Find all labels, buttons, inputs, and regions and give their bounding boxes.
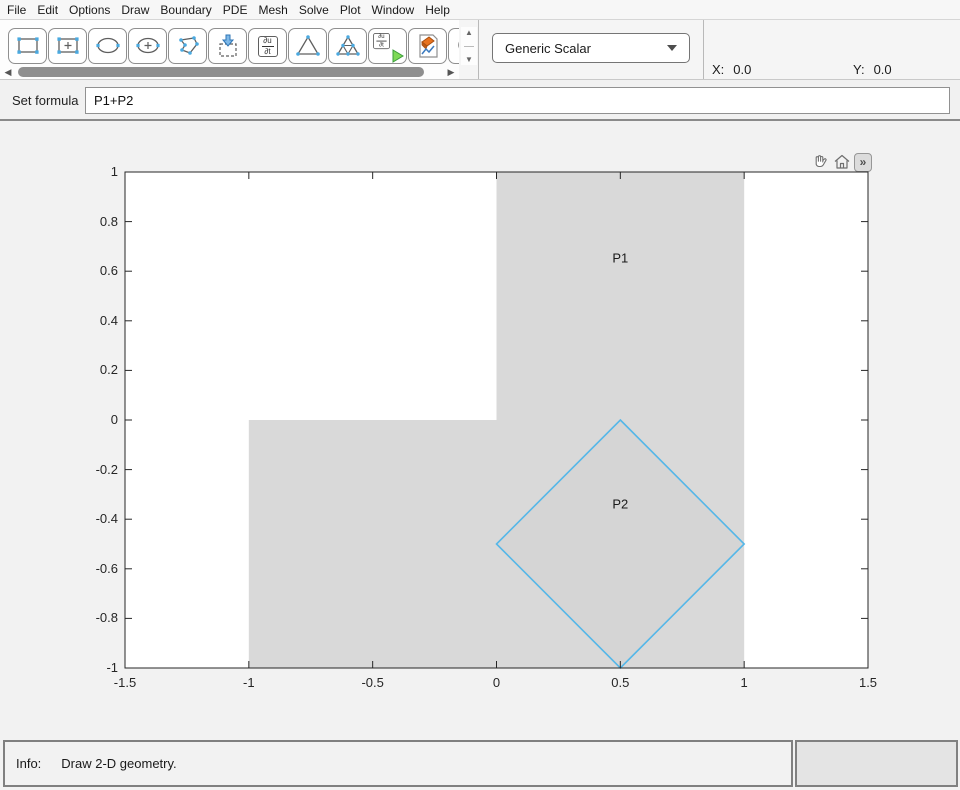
info-message: Draw 2-D geometry.: [61, 756, 176, 771]
toolbar: ∂u∂t ∂u∂t: [0, 20, 960, 80]
toolbar-divider-2: [703, 20, 704, 79]
y-tick-label: -0.6: [62, 561, 118, 576]
x-tick-label: -1: [243, 675, 255, 690]
refine-mesh-button[interactable]: [328, 28, 367, 64]
menu-draw[interactable]: Draw: [121, 3, 149, 17]
shape-label-P2: P2: [612, 497, 628, 512]
menu-edit[interactable]: Edit: [37, 3, 58, 17]
spinner-down-icon[interactable]: ▼: [465, 55, 473, 64]
geometry-canvas[interactable]: » -1.5-1-0.500.511.510.80.60.40.20-0.2-0…: [0, 121, 960, 738]
toolbar-spinner[interactable]: ▲ ▼: [461, 27, 477, 65]
menu-window[interactable]: Window: [372, 3, 415, 17]
menu-mesh[interactable]: Mesh: [258, 3, 287, 17]
x-tick-label: 1: [741, 675, 748, 690]
toolbar-divider-1: [478, 20, 479, 79]
y-tick-label: -0.8: [62, 610, 118, 625]
y-tick-label: 0.8: [62, 214, 118, 229]
toolbar-scrollbar[interactable]: ◀ ▶: [2, 66, 457, 78]
scroll-right-icon[interactable]: ▶: [445, 66, 457, 78]
set-formula-input[interactable]: [85, 87, 950, 114]
x-tick-label: 0.5: [611, 675, 629, 690]
toolbar-strip: ∂u∂t ∂u∂t: [0, 20, 459, 79]
y-coordinate-value: 0.0: [874, 62, 892, 77]
menu-pde[interactable]: PDE: [223, 3, 248, 17]
info-label: Info:: [16, 756, 41, 771]
scrollbar-track[interactable]: [14, 66, 445, 78]
rectangle-centered-icon: [53, 32, 83, 60]
application-mode-value: Generic Scalar: [505, 41, 667, 56]
pde-mode-button[interactable]: ∂u∂t: [248, 28, 287, 64]
y-tick-label: 1: [62, 164, 118, 179]
draw-rectangle-corner-button[interactable]: [8, 28, 47, 64]
chevron-down-icon: [667, 45, 677, 51]
menu-solve[interactable]: Solve: [299, 3, 329, 17]
menu-file[interactable]: File: [7, 3, 26, 17]
scrollbar-thumb[interactable]: [18, 67, 424, 77]
x-coordinate-value: 0.0: [733, 62, 751, 77]
mesh-triangle-icon: [293, 32, 323, 60]
spinner-up-icon[interactable]: ▲: [465, 28, 473, 37]
set-formula-row: Set formula: [0, 80, 960, 121]
solve-pde-button[interactable]: ∂u∂t: [368, 28, 407, 64]
polygon-icon: [173, 32, 203, 60]
y-tick-label: 0.2: [62, 362, 118, 377]
draw-polygon-button[interactable]: [168, 28, 207, 64]
zoom-icon: [453, 32, 460, 60]
x-coordinate-label: X:: [712, 62, 724, 77]
y-coordinate-label: Y:: [853, 62, 865, 77]
boundary-arrow-icon: [213, 32, 243, 60]
zoom-button[interactable]: [448, 28, 459, 64]
x-tick-label: 1.5: [859, 675, 877, 690]
menu-boundary[interactable]: Boundary: [160, 3, 211, 17]
pde-fraction-icon: ∂u∂t: [258, 36, 278, 57]
plot-solution-button[interactable]: [408, 28, 447, 64]
play-icon: [391, 49, 404, 63]
menu-help[interactable]: Help: [425, 3, 450, 17]
x-tick-label: -0.5: [361, 675, 383, 690]
y-tick-label: -1: [62, 660, 118, 675]
status-side-panel: [795, 740, 958, 787]
boundary-mode-button[interactable]: [208, 28, 247, 64]
menu-bar: File Edit Options Draw Boundary PDE Mesh…: [0, 0, 960, 20]
y-tick-label: 0: [62, 412, 118, 427]
spinner-divider: [464, 46, 474, 47]
ellipse-icon: [93, 32, 123, 60]
scroll-left-icon[interactable]: ◀: [2, 66, 14, 78]
y-tick-label: 0.6: [62, 263, 118, 278]
draw-ellipse-corner-button[interactable]: [88, 28, 127, 64]
info-status-panel: Info: Draw 2-D geometry.: [3, 740, 793, 787]
x-tick-label: 0: [493, 675, 500, 690]
refined-mesh-icon: [333, 32, 363, 60]
application-mode-dropdown[interactable]: Generic Scalar: [492, 33, 690, 63]
draw-rectangle-center-button[interactable]: [48, 28, 87, 64]
solve-icon: ∂u∂t: [373, 31, 403, 61]
y-tick-label: 0.4: [62, 313, 118, 328]
plot-solution-icon: [413, 32, 443, 60]
set-formula-label: Set formula: [12, 93, 78, 108]
menu-plot[interactable]: Plot: [340, 3, 361, 17]
initialize-mesh-button[interactable]: [288, 28, 327, 64]
y-tick-label: -0.2: [62, 462, 118, 477]
ellipse-centered-icon: [133, 32, 163, 60]
shape-label-P1: P1: [612, 250, 628, 265]
menu-options[interactable]: Options: [69, 3, 110, 17]
rectangle-icon: [13, 32, 43, 60]
axes-plot[interactable]: [0, 121, 960, 738]
x-tick-label: -1.5: [114, 675, 136, 690]
y-tick-label: -0.4: [62, 511, 118, 526]
draw-ellipse-center-button[interactable]: [128, 28, 167, 64]
